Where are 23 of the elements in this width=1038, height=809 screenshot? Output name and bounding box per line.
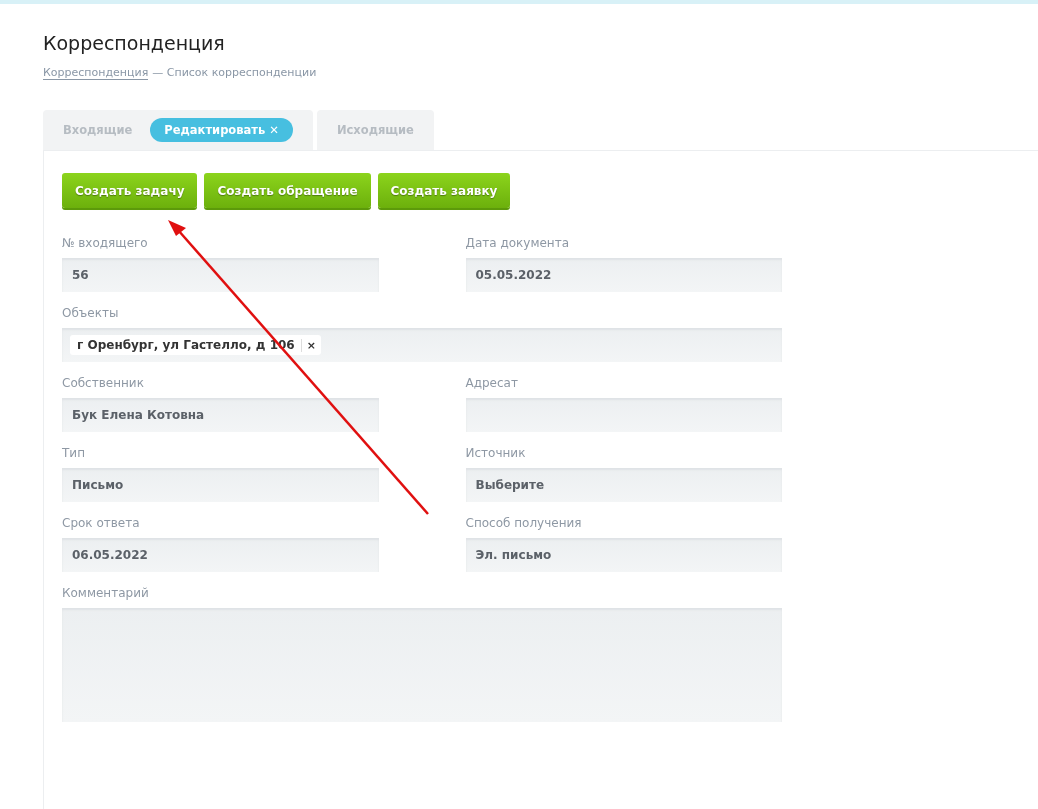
field-label: Собственник bbox=[62, 376, 145, 390]
field-label: № входящего bbox=[62, 236, 149, 250]
input-field[interactable]: Выберите bbox=[465, 468, 782, 502]
input-field[interactable] bbox=[465, 398, 782, 432]
comment-field[interactable] bbox=[62, 608, 782, 722]
breadcrumb-current: — Список корреспонденции bbox=[152, 66, 317, 80]
field-label: Объекты bbox=[62, 306, 120, 320]
field-label: Срок ответа bbox=[62, 516, 141, 530]
input-field[interactable]: Бук Елена Котовна bbox=[62, 398, 379, 432]
remove-tag-button[interactable]: × bbox=[300, 338, 321, 352]
input-field[interactable]: 56 bbox=[62, 258, 379, 292]
input-field[interactable]: 05.05.2022 bbox=[465, 258, 782, 292]
field-label: Дата документа bbox=[465, 236, 570, 250]
field-label: Комментарий bbox=[62, 586, 150, 600]
input-field[interactable]: Письмо bbox=[62, 468, 379, 502]
field-label: Источник bbox=[465, 446, 527, 460]
input-field[interactable]: Эл. письмо bbox=[465, 538, 782, 572]
field-label: Адресат bbox=[465, 376, 519, 390]
input-field[interactable]: 06.05.2022 bbox=[62, 538, 379, 572]
field-label: Способ получения bbox=[465, 516, 583, 530]
page-title: Корреспонденция bbox=[43, 32, 226, 54]
field-label: Тип bbox=[62, 446, 86, 460]
breadcrumb-link[interactable]: Корреспонденция bbox=[43, 66, 149, 80]
